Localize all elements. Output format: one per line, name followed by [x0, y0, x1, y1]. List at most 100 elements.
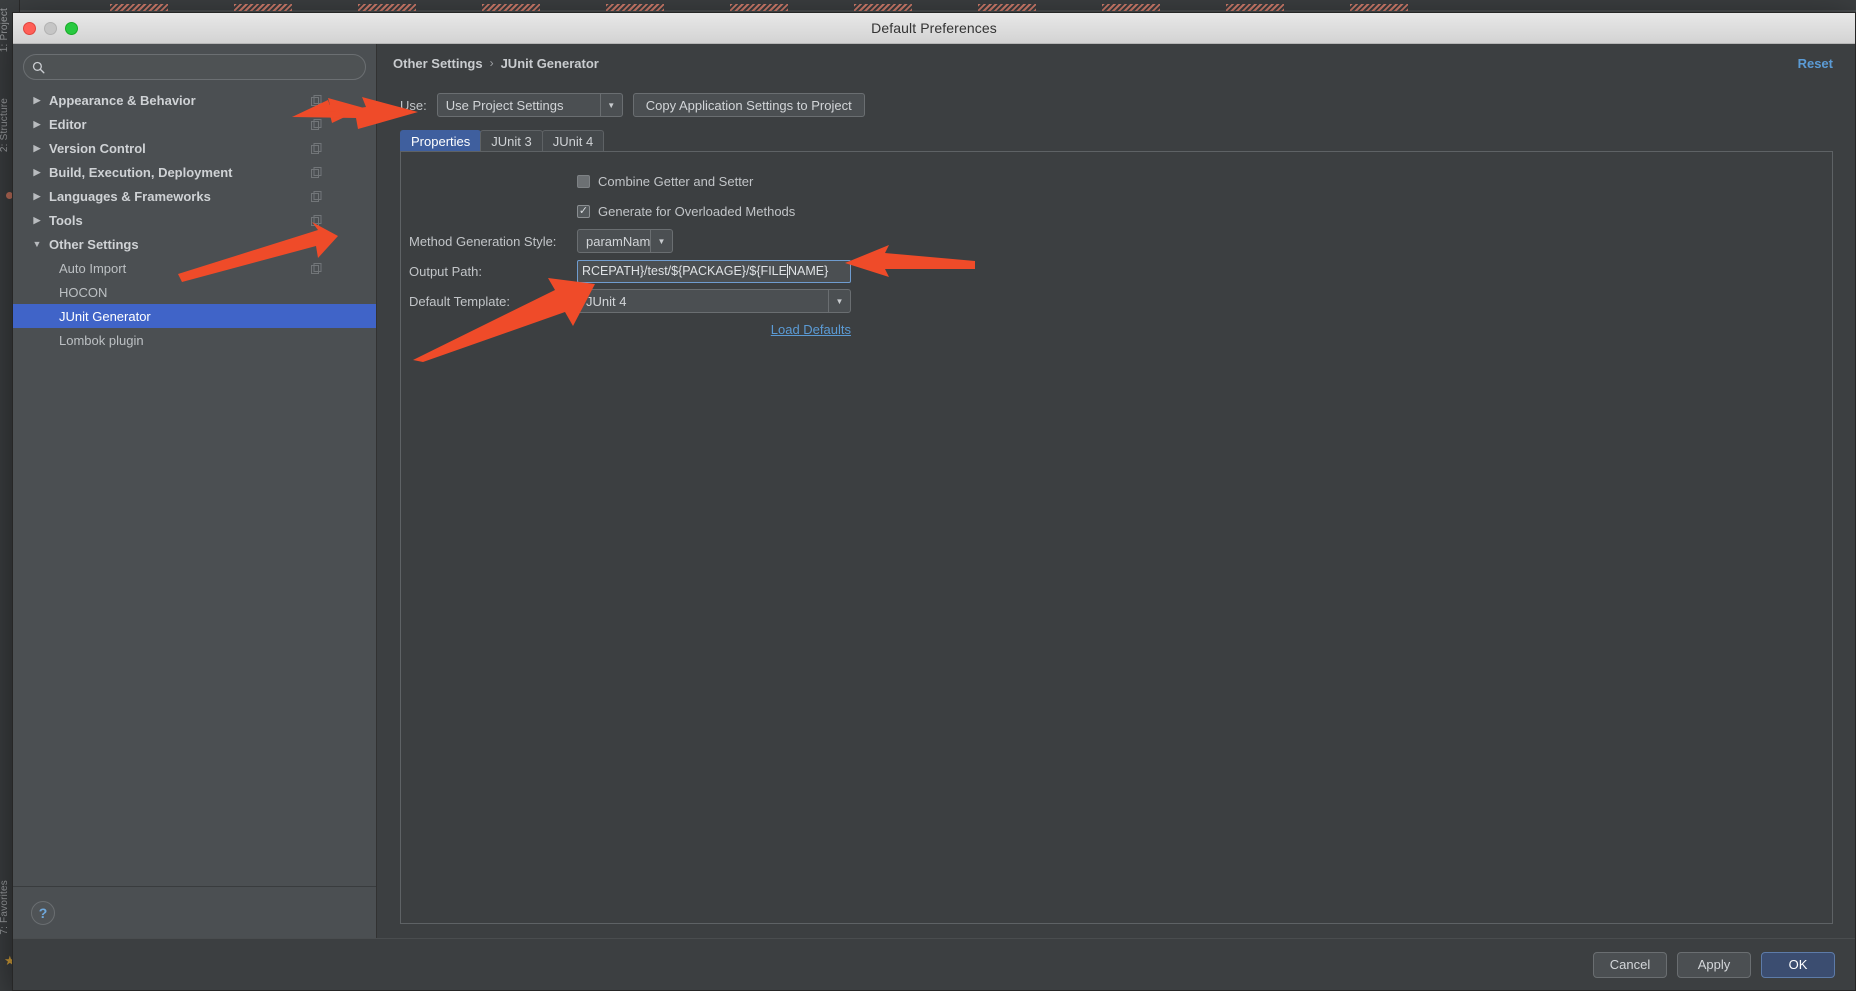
output-path-input[interactable]: RCEPATH}/test/${PACKAGE}/${FILE NAME} — [577, 259, 851, 283]
method-generation-style-dropdown[interactable]: paramName ▼ — [577, 229, 673, 253]
squiggle-mark — [358, 3, 416, 11]
main-header: Other Settings › JUnit Generator Reset — [377, 44, 1855, 82]
properties-tabstrip: Properties JUnit 3 JUnit 4 — [400, 130, 1833, 151]
zoom-button[interactable] — [65, 22, 78, 35]
generate-overloaded-checkbox[interactable]: ✓ — [577, 204, 590, 218]
settings-main-panel: Other Settings › JUnit Generator Reset U… — [377, 44, 1855, 938]
spacer-label — [409, 166, 567, 196]
chevron-right-icon[interactable]: ▶ — [31, 214, 43, 226]
dialog-body: ▶ Appearance & Behavior ▶ Editor ▶ Version Co… — [13, 44, 1855, 938]
sidebar-item-auto-import[interactable]: Auto Import — [13, 256, 376, 280]
load-defaults-row: Load Defaults — [577, 316, 851, 342]
search-input[interactable] — [45, 60, 365, 74]
reset-link[interactable]: Reset — [1798, 56, 1833, 71]
squiggle-mark — [730, 3, 788, 11]
chevron-down-icon: ▼ — [599, 94, 622, 116]
sidebar-item-other-settings[interactable]: ▼ Other Settings — [13, 232, 376, 256]
chevron-right-icon[interactable]: ▶ — [31, 166, 43, 178]
search-box[interactable] — [23, 54, 366, 80]
junit-generator-form: Combine Getter and Setter ✓ Generate for… — [409, 152, 1832, 342]
load-defaults-link[interactable]: Load Defaults — [771, 322, 851, 337]
minimize-button[interactable] — [44, 22, 57, 35]
chevron-right-icon[interactable]: ▶ — [31, 118, 43, 130]
cancel-button[interactable]: Cancel — [1593, 951, 1667, 978]
use-label: Use: — [400, 97, 427, 113]
squiggle-mark — [1102, 3, 1160, 11]
window-controls — [23, 22, 78, 35]
generate-overloaded-label: Generate for Overloaded Methods — [598, 203, 796, 219]
copy-settings-icon[interactable] — [311, 262, 322, 274]
chevron-right-icon[interactable]: ▶ — [31, 142, 43, 154]
properties-tab-panel: Combine Getter and Setter ✓ Generate for… — [400, 151, 1833, 924]
sidebar-item-label: Languages & Frameworks — [49, 188, 211, 204]
squiggle-mark — [234, 3, 292, 11]
chevron-down-icon[interactable]: ▼ — [31, 238, 43, 250]
search-icon — [32, 61, 45, 74]
window-title: Default Preferences — [871, 20, 997, 36]
sidebar-item-label: JUnit Generator — [59, 308, 151, 324]
generate-overloaded-row[interactable]: ✓ Generate for Overloaded Methods — [577, 196, 1832, 226]
copy-settings-icon[interactable] — [311, 142, 322, 154]
method-generation-style-value: paramName — [586, 233, 650, 249]
breadcrumb: Other Settings › JUnit Generator — [393, 56, 599, 71]
sidebar-item-label: Auto Import — [59, 260, 127, 276]
sidebar-item-appearance-behavior[interactable]: ▶ Appearance & Behavior — [13, 88, 376, 112]
sidebar-item-label: Editor — [49, 116, 87, 132]
apply-button[interactable]: Apply — [1677, 951, 1751, 978]
sidebar-item-junit-generator[interactable]: JUnit Generator — [13, 304, 376, 328]
copy-settings-icon[interactable] — [311, 94, 322, 106]
main-content: Use: Use Project Settings ▼ Copy Applica… — [377, 82, 1855, 938]
close-button[interactable] — [23, 22, 36, 35]
help-icon[interactable]: ? — [31, 900, 55, 925]
help-bar: ? — [13, 886, 376, 938]
squiggle-mark — [110, 3, 168, 11]
sidebar-item-build-execution-deployment[interactable]: ▶ Build, Execution, Deployment — [13, 160, 376, 184]
squiggle-mark — [482, 3, 540, 11]
sidebar-item-hocon[interactable]: HOCON — [13, 280, 376, 304]
use-settings-dropdown[interactable]: Use Project Settings ▼ — [436, 93, 623, 117]
breadcrumb-separator-icon: › — [489, 56, 494, 70]
default-template-dropdown[interactable]: JUnit 4 ▼ — [577, 289, 851, 313]
ok-button[interactable]: OK — [1761, 951, 1835, 978]
copy-settings-icon[interactable] — [311, 190, 322, 202]
spacer-label — [409, 196, 567, 226]
combine-getter-setter-checkbox[interactable] — [577, 174, 590, 188]
combine-getter-setter-label: Combine Getter and Setter — [598, 173, 754, 189]
default-template-value: JUnit 4 — [586, 293, 627, 309]
default-template-label: Default Template: — [409, 293, 510, 309]
output-path-label: Output Path: — [409, 263, 482, 279]
method-generation-style-field: paramName ▼ — [577, 226, 1832, 256]
sidebar-item-label: Other Settings — [49, 236, 139, 252]
tab-junit-4[interactable]: JUnit 4 — [541, 130, 605, 151]
use-row: Use: Use Project Settings ▼ Copy Applica… — [400, 90, 1833, 120]
sidebar-item-languages-frameworks[interactable]: ▶ Languages & Frameworks — [13, 184, 376, 208]
sidebar-item-label: Build, Execution, Deployment — [49, 164, 233, 180]
squiggle-mark — [1226, 3, 1284, 11]
dialog-footer: Cancel Apply OK — [13, 938, 1855, 990]
copy-settings-icon[interactable] — [311, 214, 322, 226]
chevron-down-icon: ▼ — [828, 290, 850, 312]
settings-sidebar: ▶ Appearance & Behavior ▶ Editor ▶ Version Co… — [13, 44, 377, 938]
use-settings-value: Use Project Settings — [445, 97, 564, 113]
chevron-right-icon[interactable]: ▶ — [31, 94, 43, 106]
sidebar-item-label: HOCON — [59, 284, 108, 300]
copy-settings-icon[interactable] — [311, 118, 322, 130]
chevron-right-icon[interactable]: ▶ — [31, 190, 43, 202]
sidebar-item-tools[interactable]: ▶ Tools — [13, 208, 376, 232]
tab-junit-3[interactable]: JUnit 3 — [480, 130, 543, 151]
sidebar-item-label: Version Control — [49, 140, 146, 156]
combine-getter-setter-row[interactable]: Combine Getter and Setter — [577, 166, 1832, 196]
sidebar-item-editor[interactable]: ▶ Editor — [13, 112, 376, 136]
sidebar-item-label: Lombok plugin — [59, 332, 144, 348]
sidebar-item-version-control[interactable]: ▶ Version Control — [13, 136, 376, 160]
output-path-field: RCEPATH}/test/${PACKAGE}/${FILE NAME} — [577, 256, 1832, 286]
sidebar-item-lombok-plugin[interactable]: Lombok plugin — [13, 328, 376, 352]
copy-settings-icon[interactable] — [311, 166, 322, 178]
tab-properties[interactable]: Properties — [400, 130, 482, 151]
copy-application-settings-button[interactable]: Copy Application Settings to Project — [632, 93, 865, 117]
breadcrumb-parent[interactable]: Other Settings — [393, 56, 483, 71]
chevron-down-icon: ▼ — [650, 230, 672, 252]
squiggle-mark — [1350, 3, 1408, 11]
breadcrumb-current: JUnit Generator — [500, 55, 599, 71]
search-container — [13, 44, 376, 86]
